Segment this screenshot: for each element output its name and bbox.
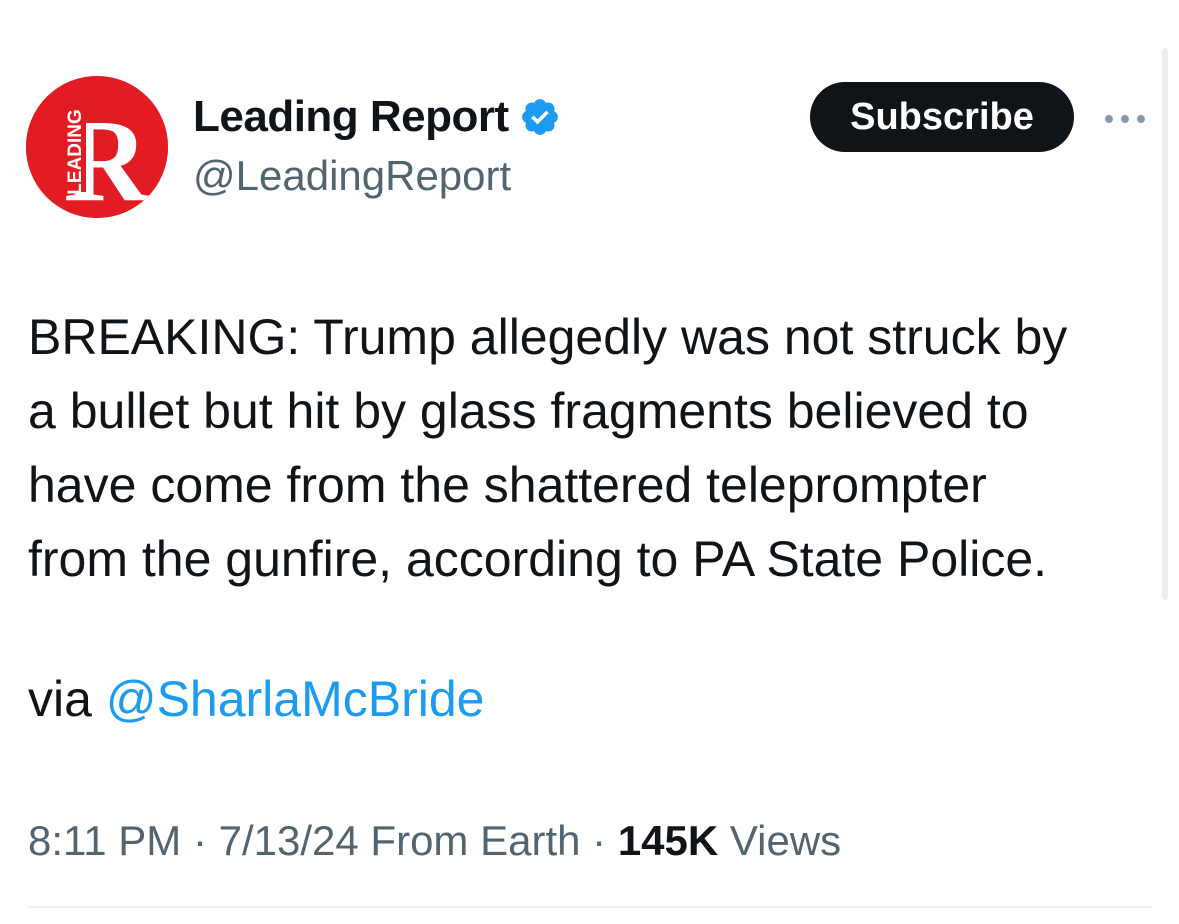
via-prefix: via bbox=[28, 671, 106, 727]
tweet-time[interactable]: 8:11 PM bbox=[28, 817, 181, 864]
tweet-text-line: a bullet but hit by glass fragments beli… bbox=[28, 383, 1029, 439]
divider bbox=[28, 906, 1152, 908]
tweet-text-line: from the gunfire, according to PA State … bbox=[28, 531, 1048, 587]
author-display-name[interactable]: Leading Report bbox=[193, 92, 509, 142]
views-label[interactable]: Views bbox=[718, 817, 841, 864]
via-mention-link[interactable]: @SharlaMcBride bbox=[106, 671, 485, 727]
via-line: via @SharlaMcBride bbox=[28, 662, 484, 736]
tweet-meta: 8:11 PM · 7/13/24 From Earth · 145K View… bbox=[28, 812, 841, 870]
author-avatar[interactable]: R LEADING bbox=[26, 76, 168, 218]
meta-separator: · bbox=[580, 817, 618, 864]
scrollbar[interactable] bbox=[1162, 48, 1168, 600]
verified-badge-icon[interactable] bbox=[519, 96, 561, 138]
more-horizontal-icon[interactable] bbox=[1102, 110, 1148, 128]
author-handle[interactable]: @LeadingReport bbox=[193, 152, 511, 200]
author-name-row[interactable]: Leading Report bbox=[193, 92, 561, 142]
leading-report-logo: R LEADING bbox=[26, 76, 168, 218]
meta-separator: · bbox=[181, 817, 219, 864]
avatar-vertical-text: LEADING bbox=[65, 109, 86, 195]
tweet-text: BREAKING: Trump allegedly was not struck… bbox=[28, 300, 1158, 596]
tweet-text-line: BREAKING: Trump allegedly was not struck… bbox=[28, 309, 1068, 365]
subscribe-button[interactable]: Subscribe bbox=[810, 82, 1074, 152]
tweet-text-line: have come from the shattered teleprompte… bbox=[28, 457, 987, 513]
tweet-source: From Earth bbox=[358, 817, 581, 864]
tweet-date[interactable]: 7/13/24 bbox=[219, 817, 359, 864]
views-count[interactable]: 145K bbox=[618, 817, 718, 864]
